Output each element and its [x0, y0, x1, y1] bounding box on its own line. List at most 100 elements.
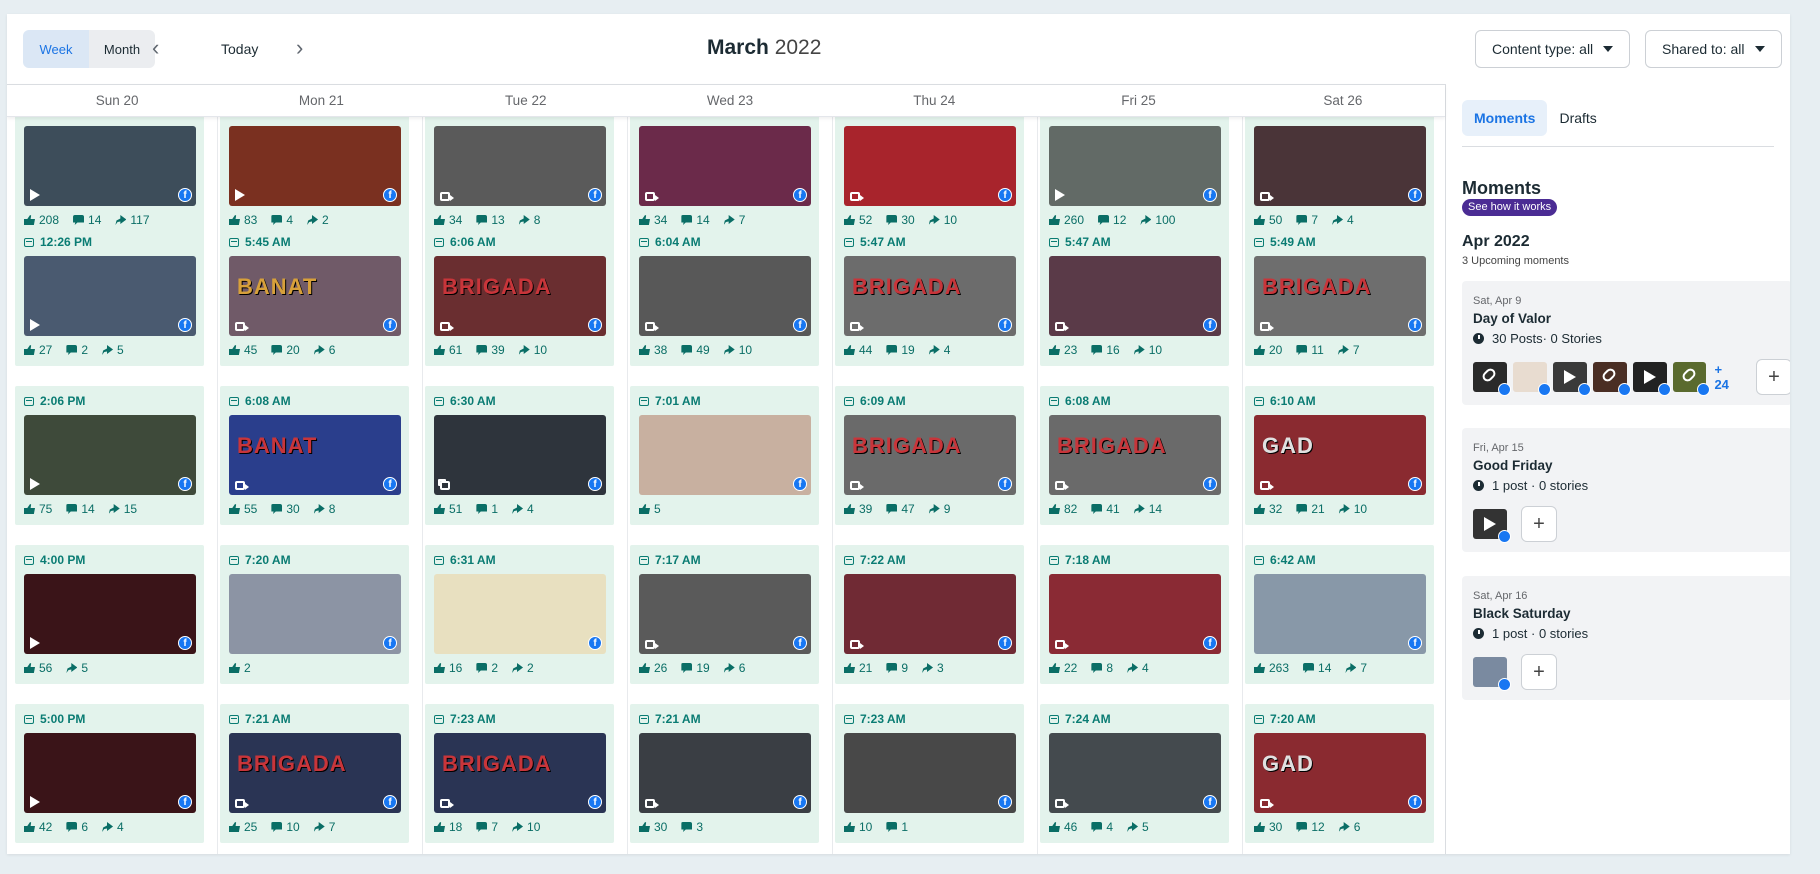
- post-card[interactable]: 6:04 AM f 38 49 10: [630, 227, 819, 366]
- post-thumbnail[interactable]: f: [1254, 126, 1426, 206]
- month-view-button[interactable]: Month: [89, 30, 155, 68]
- post-card[interactable]: 7:21 AM f 30 3: [630, 704, 819, 843]
- like-icon: [1049, 663, 1060, 673]
- video-thumbnail[interactable]: [1552, 362, 1591, 396]
- post-card[interactable]: 7:18 AM f 22 8 4: [1040, 545, 1229, 684]
- post-card[interactable]: f 208 14 117: [15, 117, 204, 236]
- post-thumbnail[interactable]: f: [1049, 256, 1221, 336]
- comment-icon: [66, 345, 78, 355]
- post-card[interactable]: 7:21 AM BRIGADA f 25 10 7: [220, 704, 409, 843]
- post-thumbnail[interactable]: BRIGADA f: [844, 256, 1016, 336]
- post-thumbnail[interactable]: f: [24, 733, 196, 813]
- week-view-button[interactable]: Week: [23, 30, 89, 68]
- post-card[interactable]: 7:20 AM GAD f 30 12 6: [1245, 704, 1434, 843]
- post-card[interactable]: 7:20 AM f 2: [220, 545, 409, 684]
- link-post-thumbnail[interactable]: [1592, 362, 1631, 396]
- post-card[interactable]: f 83 4 2: [220, 117, 409, 236]
- post-thumbnail[interactable]: f: [434, 126, 606, 206]
- content-type-dropdown[interactable]: Content type: all: [1475, 30, 1631, 68]
- post-card[interactable]: 5:47 AM BRIGADA f 44 19 4: [835, 227, 1024, 366]
- moment-card[interactable]: Fri, Apr 15 Good Friday 1 post · 0 stori…: [1462, 428, 1790, 552]
- post-card[interactable]: 5:49 AM BRIGADA f 20 11 7: [1245, 227, 1434, 366]
- play-icon: [1643, 370, 1656, 384]
- post-card[interactable]: f 50 7 4: [1245, 117, 1434, 236]
- post-thumbnail[interactable]: GAD f: [1254, 415, 1426, 495]
- post-thumbnail[interactable]: f: [639, 256, 811, 336]
- post-thumbnail[interactable]: [1512, 362, 1551, 396]
- how-it-works-link[interactable]: See how it works: [1462, 199, 1558, 216]
- comment-icon: [271, 345, 283, 355]
- post-thumbnail[interactable]: BRIGADA f: [434, 733, 606, 813]
- post-card[interactable]: 6:08 AM BANAT f 55 30 8: [220, 386, 409, 525]
- post-card[interactable]: 6:10 AM GAD f 32 21 10: [1245, 386, 1434, 525]
- link-post-thumbnail[interactable]: [1473, 362, 1511, 396]
- add-post-button[interactable]: +: [1521, 654, 1557, 690]
- moment-card[interactable]: Sat, Apr 16 Black Saturday 1 post · 0 st…: [1462, 576, 1790, 700]
- post-thumbnail[interactable]: f: [1049, 733, 1221, 813]
- post-thumbnail[interactable]: GAD f: [1254, 733, 1426, 813]
- post-thumbnail[interactable]: BRIGADA f: [229, 733, 401, 813]
- post-thumbnail[interactable]: f: [24, 415, 196, 495]
- post-card[interactable]: 4:00 PM f 56 5: [15, 545, 204, 684]
- post-thumbnail[interactable]: f: [229, 574, 401, 654]
- post-card[interactable]: 5:45 AM BANAT f 45 20 6: [220, 227, 409, 366]
- post-card[interactable]: 7:24 AM f 46 4 5: [1040, 704, 1229, 843]
- post-card[interactable]: 5:47 AM f 23 16 10: [1040, 227, 1229, 366]
- post-card[interactable]: 6:42 AM f 263 14 7: [1245, 545, 1434, 684]
- post-thumbnail[interactable]: BANAT f: [229, 415, 401, 495]
- post-card[interactable]: f 260 12 100: [1040, 117, 1229, 236]
- post-thumbnail[interactable]: BRIGADA f: [844, 415, 1016, 495]
- post-card[interactable]: f 34 14 7: [630, 117, 819, 236]
- moment-card[interactable]: Sat, Apr 9 Day of Valor 30 Posts· 0 Stor…: [1462, 281, 1790, 405]
- shared-to-dropdown[interactable]: Shared to: all: [1645, 30, 1782, 68]
- post-thumbnail[interactable]: f: [639, 574, 811, 654]
- tab-moments[interactable]: Moments: [1462, 100, 1548, 136]
- post-thumbnail[interactable]: f: [639, 126, 811, 206]
- post-card[interactable]: 7:22 AM f 21 9 3: [835, 545, 1024, 684]
- post-thumbnail[interactable]: f: [1049, 574, 1221, 654]
- video-thumbnail[interactable]: [1473, 509, 1511, 543]
- post-thumbnail[interactable]: BRIGADA f: [1049, 415, 1221, 495]
- post-card[interactable]: 5:00 PM f 42 6 4: [15, 704, 204, 843]
- post-thumbnail[interactable]: f: [24, 256, 196, 336]
- today-button[interactable]: Today: [221, 41, 258, 57]
- post-card[interactable]: 6:31 AM f 16 2 2: [425, 545, 614, 684]
- post-thumbnail[interactable]: BRIGADA f: [434, 256, 606, 336]
- post-thumbnail[interactable]: f: [1254, 574, 1426, 654]
- post-thumbnail[interactable]: f: [844, 574, 1016, 654]
- post-thumbnail[interactable]: BANAT f: [229, 256, 401, 336]
- video-thumbnail[interactable]: [1632, 362, 1671, 396]
- post-card[interactable]: 6:06 AM BRIGADA f 61 39 10: [425, 227, 614, 366]
- post-card[interactable]: 7:01 AM f 5: [630, 386, 819, 525]
- post-thumbnail[interactable]: f: [1049, 126, 1221, 206]
- post-thumbnail[interactable]: f: [24, 574, 196, 654]
- post-thumbnail[interactable]: f: [639, 415, 811, 495]
- post-thumbnail[interactable]: f: [434, 415, 606, 495]
- post-thumbnail[interactable]: f: [229, 126, 401, 206]
- post-card[interactable]: 7:23 AM BRIGADA f 18 7 10: [425, 704, 614, 843]
- post-card[interactable]: 6:08 AM BRIGADA f 82 41 14: [1040, 386, 1229, 525]
- post-card[interactable]: 6:09 AM BRIGADA f 39 47 9: [835, 386, 1024, 525]
- post-card[interactable]: 12:26 PM f 27 2 5: [15, 227, 204, 366]
- post-thumbnail[interactable]: f: [24, 126, 196, 206]
- post-thumbnail[interactable]: BRIGADA f: [1254, 256, 1426, 336]
- post-thumbnail[interactable]: f: [844, 126, 1016, 206]
- next-week-icon[interactable]: ›: [296, 37, 303, 59]
- post-thumbnail[interactable]: [1473, 657, 1511, 691]
- post-card[interactable]: f 52 30 10: [835, 117, 1024, 236]
- post-thumbnail[interactable]: f: [434, 574, 606, 654]
- post-card[interactable]: 7:17 AM f 26 19 6: [630, 545, 819, 684]
- add-post-button[interactable]: +: [1756, 359, 1790, 395]
- tab-drafts[interactable]: Drafts: [1547, 100, 1608, 136]
- shares-stat: 4: [102, 820, 124, 834]
- more-posts-count[interactable]: + 24: [1714, 362, 1740, 392]
- post-thumbnail[interactable]: f: [639, 733, 811, 813]
- post-card[interactable]: 6:30 AM f 51 1 4: [425, 386, 614, 525]
- prev-week-icon[interactable]: ‹: [152, 37, 159, 59]
- link-post-thumbnail[interactable]: [1672, 362, 1711, 396]
- add-post-button[interactable]: +: [1521, 506, 1557, 542]
- post-card[interactable]: f 34 13 8: [425, 117, 614, 236]
- post-card[interactable]: 2:06 PM f 75 14 15: [15, 386, 204, 525]
- post-thumbnail[interactable]: f: [844, 733, 1016, 813]
- post-card[interactable]: 7:23 AM f 10 1: [835, 704, 1024, 843]
